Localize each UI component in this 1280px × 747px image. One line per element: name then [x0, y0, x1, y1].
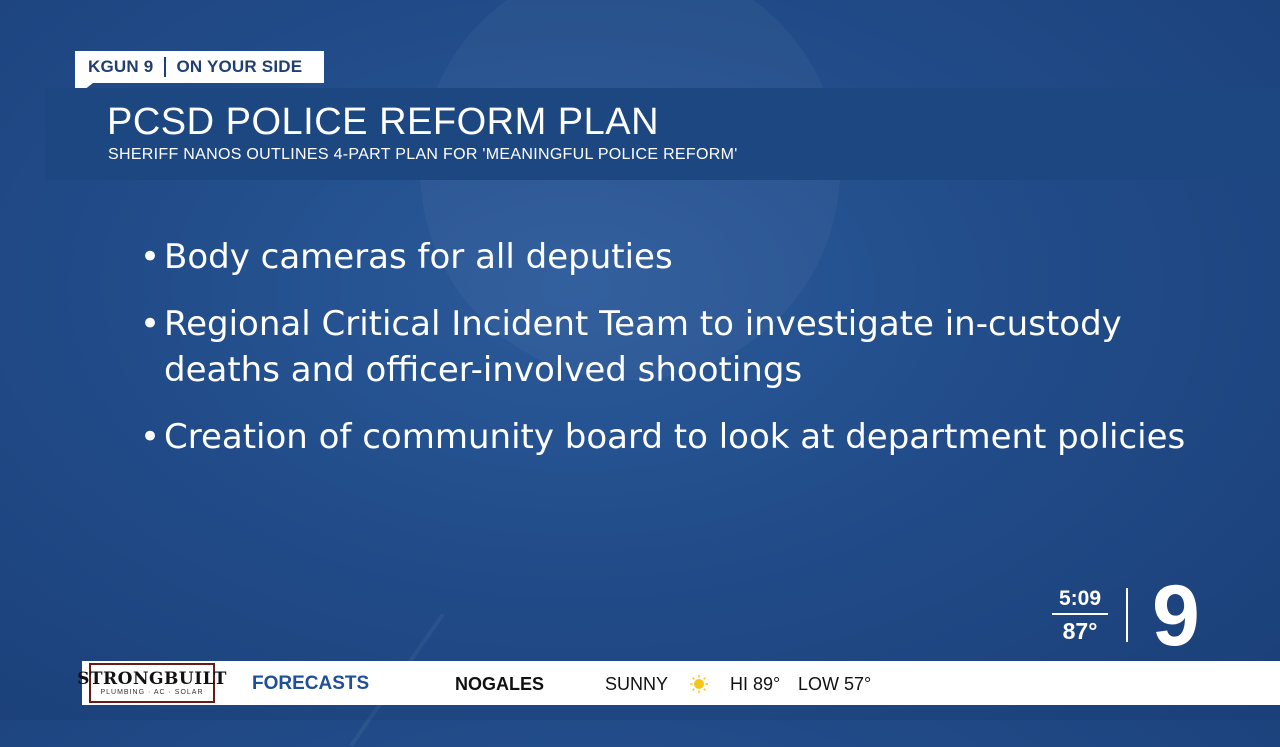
- bullet-dot-icon: •: [140, 237, 161, 277]
- station-tag: KGUN 9 ON YOUR SIDE: [75, 51, 324, 83]
- sponsor-tagline: PLUMBING · AC · SOLAR: [100, 689, 204, 696]
- forecast-city: NOGALES: [455, 674, 545, 694]
- headline: PCSD POLICE REFORM PLAN: [107, 101, 660, 143]
- sponsor-logo: STRONGBUILT PLUMBING · AC · SOLAR: [77, 663, 226, 703]
- sponsor-name: STRONGBUILT: [77, 669, 227, 689]
- bullet-text: Body cameras for all deputies: [164, 237, 673, 277]
- station-slogan: ON YOUR SIDE: [176, 57, 303, 76]
- forecast-high: HI 89°: [730, 674, 781, 694]
- current-temperature: 87°: [1062, 618, 1098, 644]
- bullet-text: Creation of community board to look at d…: [164, 417, 1186, 457]
- clock-time: 5:09: [1058, 587, 1102, 610]
- subheadline: SHERIFF NANOS OUTLINES 4-PART PLAN FOR '…: [108, 146, 738, 163]
- forecast-condition: SUNNY: [605, 674, 669, 694]
- forecast-low: LOW 57°: [798, 674, 872, 694]
- bullet-item: • Body cameras for all deputies: [140, 234, 1220, 280]
- bullet-list: • Body cameras for all deputies • Region…: [140, 234, 1220, 481]
- bullet-dot-icon: •: [140, 304, 161, 344]
- time-temp-display: 5:09 87°: [1052, 586, 1108, 645]
- bullet-item: • Creation of community board to look at…: [140, 414, 1220, 460]
- bullet-dot-icon: •: [140, 417, 161, 457]
- station-name: KGUN 9: [88, 57, 154, 76]
- clock-divider: [1052, 613, 1108, 615]
- bullet-item: • Regional Critical Incident Team to inv…: [140, 301, 1220, 393]
- bullet-text: Regional Critical Incident Team to inves…: [164, 304, 1122, 390]
- sun-icon: [690, 675, 708, 693]
- ticker-label: FORECASTS: [252, 673, 370, 694]
- channel-logo: 9: [1152, 568, 1200, 664]
- logo-divider: [1126, 588, 1128, 642]
- forecast-ticker: STRONGBUILT PLUMBING · AC · SOLAR FORECA…: [77, 661, 1280, 705]
